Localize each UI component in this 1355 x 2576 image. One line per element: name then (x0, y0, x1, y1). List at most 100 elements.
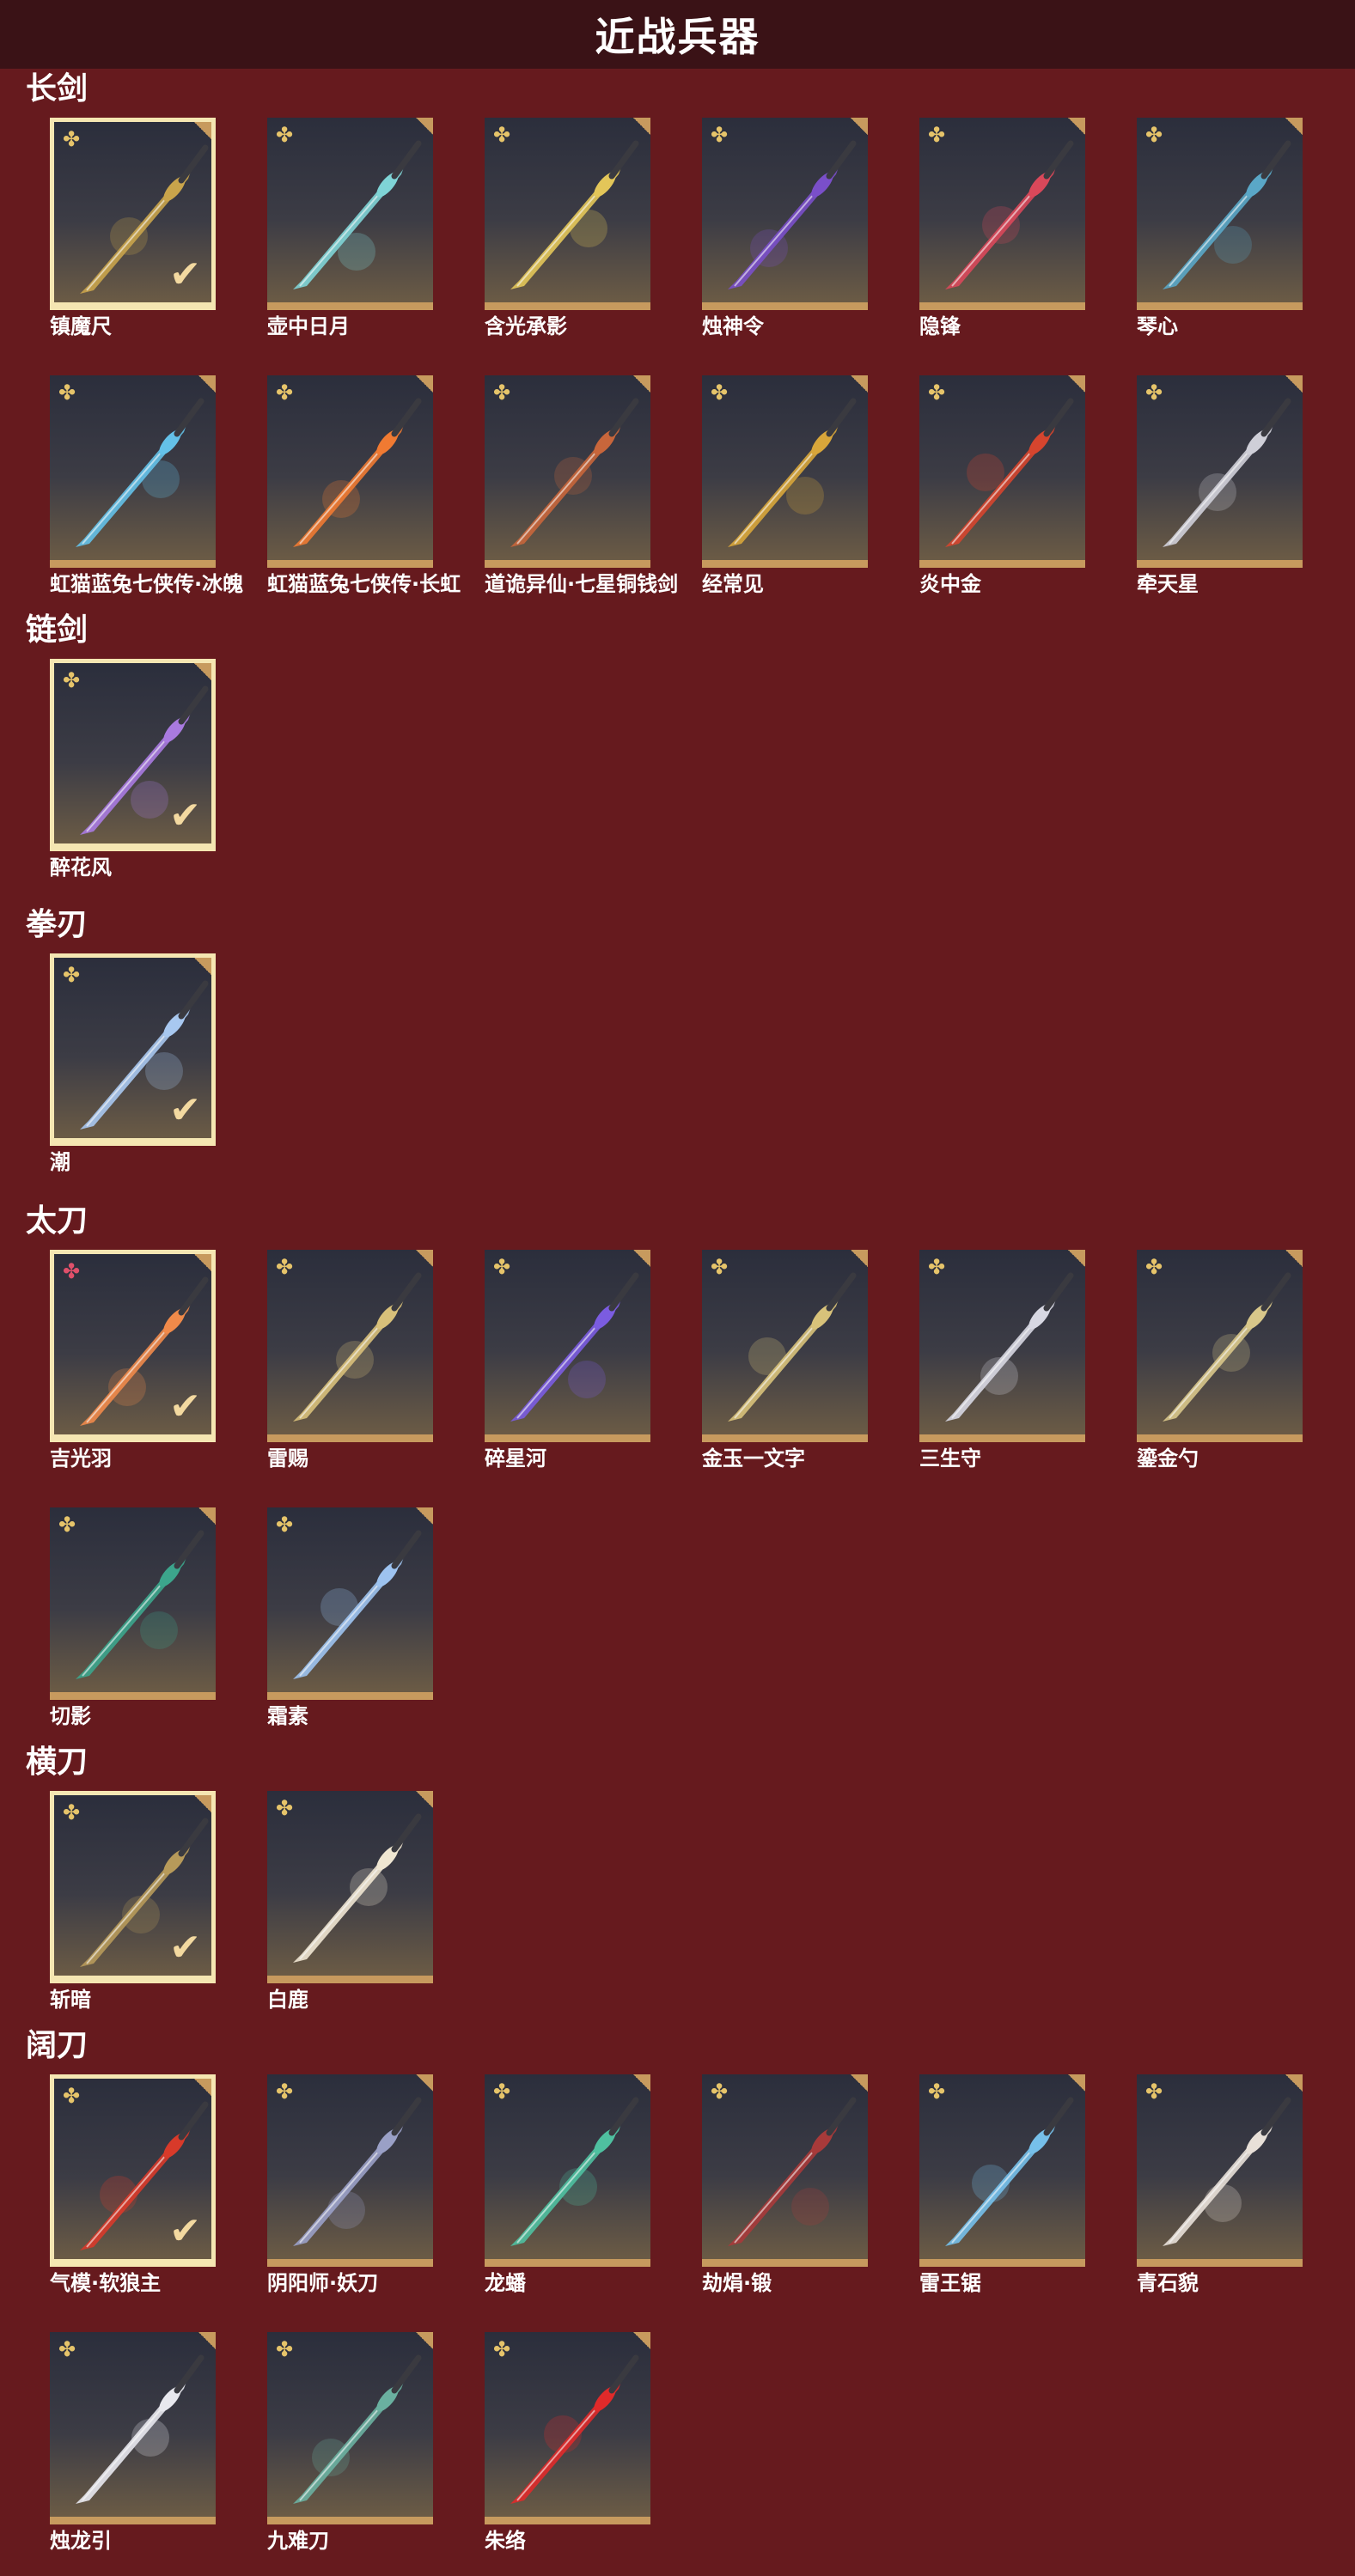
weapon-card[interactable]: ✤ 烛神令 (702, 118, 868, 339)
weapon-card[interactable]: ✤ 碎星河 (485, 1250, 650, 1471)
weapon-card[interactable]: ✤ 经常见 (702, 375, 868, 597)
rarity-flower-icon: ✤ (62, 2084, 81, 2108)
weapon-thumbnail[interactable]: ✤ ✔ (50, 2074, 216, 2267)
weapon-name: 吉光羽 (50, 1446, 112, 1471)
weapon-thumbnail[interactable]: ✤ (1137, 2074, 1303, 2267)
weapon-name: 气模·软狼主 (50, 2271, 162, 2295)
section-title: 太刀 (26, 1203, 89, 1239)
weapon-card[interactable]: ✤ ✔ 醉花风 (50, 659, 216, 880)
weapon-name: 切影 (50, 1704, 91, 1728)
weapon-card[interactable]: ✤ 三生守 (919, 1250, 1085, 1471)
weapon-name: 醉花风 (50, 856, 112, 880)
weapon-card[interactable]: ✤ ✔ 气模·软狼主 (50, 2074, 216, 2296)
weapon-card[interactable]: ✤ 白鹿 (267, 1791, 433, 2013)
weapon-card[interactable]: ✤ 阴阳师·妖刀 (267, 2074, 433, 2296)
weapon-name: 道诡异仙·七星铜钱剑 (485, 572, 679, 596)
weapon-name: 九难刀 (267, 2529, 329, 2553)
weapon-card[interactable]: ✤ 隐锋 (919, 118, 1085, 339)
rarity-flower-icon: ✤ (1144, 2080, 1163, 2104)
check-icon: ✔ (169, 1926, 201, 1970)
corner-tag-icon (416, 2332, 433, 2349)
weapon-card[interactable]: ✤ 壶中日月 (267, 118, 433, 339)
weapon-thumbnail[interactable]: ✤ (485, 2332, 650, 2524)
rarity-flower-icon: ✤ (927, 123, 946, 147)
weapon-thumbnail[interactable]: ✤ (919, 375, 1085, 568)
weapon-thumbnail[interactable]: ✤ (50, 375, 216, 568)
weapon-card[interactable]: ✤ 虹猫蓝兔七侠传·冰魄 (50, 375, 243, 597)
weapon-card[interactable]: ✤ ✔ 潮 (50, 953, 216, 1175)
section-title: 拳刃 (26, 907, 89, 942)
rarity-flower-icon: ✤ (275, 381, 294, 405)
rarity-flower-icon: ✤ (62, 668, 81, 692)
weapon-thumbnail[interactable]: ✤ (485, 118, 650, 310)
weapon-thumbnail[interactable]: ✤ (485, 375, 650, 568)
weapon-thumbnail[interactable]: ✤ (1137, 118, 1303, 310)
rarity-flower-icon: ✤ (275, 1255, 294, 1279)
weapon-name: 虹猫蓝兔七侠传·长虹 (267, 572, 461, 596)
weapon-thumbnail[interactable]: ✤ (267, 1507, 433, 1700)
weapon-thumbnail[interactable]: ✤ (1137, 375, 1303, 568)
rarity-flower-icon: ✤ (58, 2337, 76, 2361)
weapon-name: 龙蟠 (485, 2271, 526, 2295)
corner-tag-icon (416, 1791, 433, 1808)
corner-tag-icon (851, 1250, 868, 1267)
weapon-card[interactable]: ✤ 切影 (50, 1507, 216, 1729)
weapon-thumbnail[interactable]: ✤ (267, 118, 433, 310)
weapon-card[interactable]: ✤ 含光承影 (485, 118, 650, 339)
rarity-flower-icon: ✤ (1144, 123, 1163, 147)
check-icon: ✔ (169, 253, 201, 296)
corner-tag-icon (416, 118, 433, 135)
weapon-card[interactable]: ✤ 牵天星 (1137, 375, 1303, 597)
weapon-thumbnail[interactable]: ✤ (267, 2074, 433, 2267)
weapon-card[interactable]: ✤ 炎中金 (919, 375, 1085, 597)
corner-tag-icon (1068, 2074, 1085, 2092)
weapon-thumbnail[interactable]: ✤ ✔ (50, 1250, 216, 1442)
weapon-card[interactable]: ✤ 烛龙引 (50, 2332, 216, 2554)
weapon-name: 牵天星 (1137, 572, 1199, 596)
weapon-thumbnail[interactable]: ✤ (919, 1250, 1085, 1442)
weapon-thumbnail[interactable]: ✤ (1137, 1250, 1303, 1442)
weapon-thumbnail[interactable]: ✤ (50, 1507, 216, 1700)
weapon-name: 朱络 (485, 2529, 526, 2553)
weapon-card[interactable]: ✤ 雷赐 (267, 1250, 433, 1471)
weapon-card[interactable]: ✤ 朱络 (485, 2332, 650, 2554)
weapon-card[interactable]: ✤ 金玉一文字 (702, 1250, 868, 1471)
weapon-thumbnail[interactable]: ✤ (267, 1250, 433, 1442)
corner-tag-icon (416, 1250, 433, 1267)
weapon-card[interactable]: ✤ 鎏金勺 (1137, 1250, 1303, 1471)
weapon-name: 雷王锯 (919, 2271, 981, 2295)
weapon-name: 白鹿 (267, 1988, 308, 2012)
weapon-card[interactable]: ✤ 劫焆·锻 (702, 2074, 868, 2296)
weapon-thumbnail[interactable]: ✤ (702, 118, 868, 310)
weapon-card[interactable]: ✤ 青石貌 (1137, 2074, 1303, 2296)
weapon-thumbnail[interactable]: ✤ ✔ (50, 118, 216, 310)
weapon-thumbnail[interactable]: ✤ (485, 2074, 650, 2267)
weapon-card[interactable]: ✤ 琴心 (1137, 118, 1303, 339)
weapon-card[interactable]: ✤ 道诡异仙·七星铜钱剑 (485, 375, 679, 597)
weapon-thumbnail[interactable]: ✤ (702, 1250, 868, 1442)
weapon-card[interactable]: ✤ 龙蟠 (485, 2074, 650, 2296)
weapon-thumbnail[interactable]: ✤ ✔ (50, 1791, 216, 1983)
weapon-card[interactable]: ✤ 雷王锯 (919, 2074, 1085, 2296)
weapon-name: 斩暗 (50, 1988, 91, 2012)
weapon-card[interactable]: ✤ 霜素 (267, 1507, 433, 1729)
weapon-thumbnail[interactable]: ✤ (267, 375, 433, 568)
weapon-thumbnail[interactable]: ✤ (50, 2332, 216, 2524)
weapon-name: 青石貌 (1137, 2271, 1199, 2295)
weapon-card[interactable]: ✤ 虹猫蓝兔七侠传·长虹 (267, 375, 461, 597)
weapon-card[interactable]: ✤ ✔ 斩暗 (50, 1791, 216, 2013)
weapon-thumbnail[interactable]: ✤ (267, 1791, 433, 1983)
weapon-thumbnail[interactable]: ✤ (702, 375, 868, 568)
weapon-card[interactable]: ✤ 九难刀 (267, 2332, 433, 2554)
weapon-thumbnail[interactable]: ✤ (919, 118, 1085, 310)
weapon-thumbnail[interactable]: ✤ (702, 2074, 868, 2267)
weapon-thumbnail[interactable]: ✤ (267, 2332, 433, 2524)
weapon-thumbnail[interactable]: ✤ (919, 2074, 1085, 2267)
rarity-flower-icon: ✤ (62, 963, 81, 987)
weapon-card[interactable]: ✤ ✔ 吉光羽 (50, 1250, 216, 1471)
weapon-card[interactable]: ✤ ✔ 镇魔尺 (50, 118, 216, 339)
weapon-thumbnail[interactable]: ✤ (485, 1250, 650, 1442)
weapon-name: 三生守 (919, 1446, 981, 1471)
weapon-thumbnail[interactable]: ✤ ✔ (50, 659, 216, 851)
weapon-thumbnail[interactable]: ✤ ✔ (50, 953, 216, 1146)
